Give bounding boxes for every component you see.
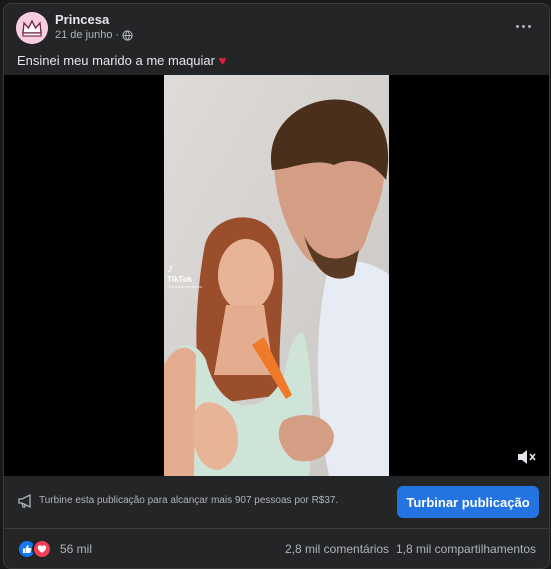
boost-post-button[interactable]: Turbinar publicação	[397, 486, 539, 518]
dot-icon	[527, 24, 531, 28]
boost-bar: Turbine esta publicação para alcançar ma…	[4, 476, 549, 529]
tiktok-brand: TikTok	[167, 275, 193, 284]
dot-icon	[515, 24, 519, 28]
heart-emoji-icon: ♥	[218, 53, 227, 68]
boost-text: Turbine esta publicação para alcançar ma…	[39, 495, 339, 506]
tiktok-watermark: ♪ TikTok @anamariabrakeno	[167, 261, 207, 301]
video-frame[interactable]: ♪ TikTok @anamariabrakeno	[164, 75, 389, 476]
crown-logo-icon	[16, 12, 48, 44]
megaphone-icon	[18, 493, 31, 509]
avatar[interactable]	[16, 12, 48, 44]
video-player[interactable]: ♪ TikTok @anamariabrakeno	[4, 75, 549, 476]
post-date[interactable]: 21 de junho	[55, 29, 113, 41]
page-name[interactable]: Princesa	[55, 12, 109, 27]
love-reaction-icon	[32, 539, 52, 559]
tiktok-handle: @anamariabrakeno	[167, 284, 203, 289]
more-options-button[interactable]	[511, 16, 535, 36]
dot-icon	[521, 24, 525, 28]
post-caption: Ensinei meu marido a me maquiar ♥	[17, 53, 226, 68]
post-meta: 21 de junho ·	[55, 29, 133, 41]
globe-icon	[122, 29, 133, 41]
meta-separator: ·	[115, 29, 120, 41]
post-stats: 56 mil 2,8 mil comentários 1,8 mil compa…	[4, 528, 549, 568]
comments-count-link[interactable]: 2,8 mil comentários	[285, 542, 389, 556]
caption-text: Ensinei meu marido a me maquiar	[17, 53, 215, 68]
tiktok-logo-icon: ♪	[167, 261, 173, 275]
post-header: Princesa 21 de junho ·	[4, 4, 549, 48]
reactions-summary[interactable]: 56 mil	[17, 539, 92, 559]
speaker-muted-icon	[518, 450, 536, 464]
shares-count-link[interactable]: 1,8 mil compartilhamentos	[396, 542, 536, 556]
mute-button[interactable]	[516, 447, 538, 467]
reaction-count: 56 mil	[60, 542, 93, 556]
post-card: Princesa 21 de junho · Ensinei meu marid…	[3, 3, 550, 569]
